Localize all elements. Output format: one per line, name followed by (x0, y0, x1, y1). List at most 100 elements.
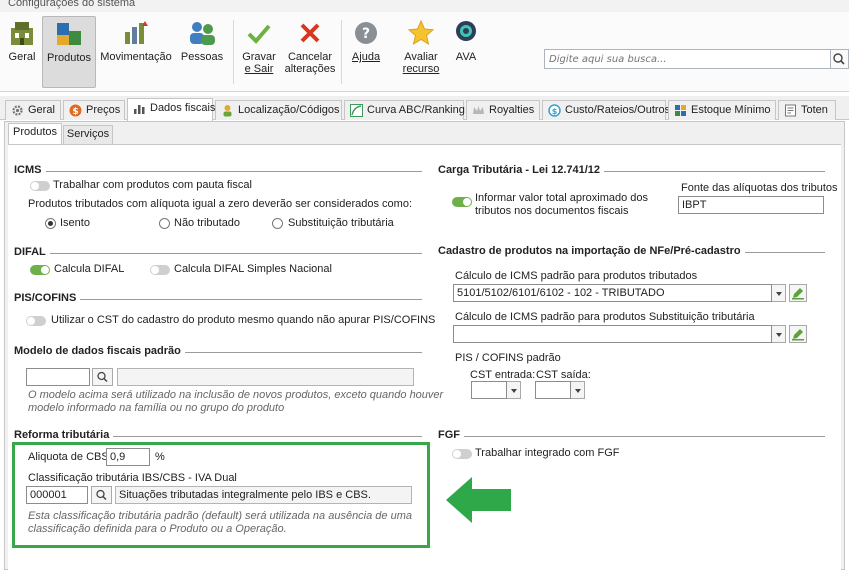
subtab-produtos[interactable]: Produtos (8, 123, 62, 145)
tab-custo[interactable]: $ Custo/Rateios/Outros (542, 100, 670, 120)
modelo-note-line1: O modelo acima será utilizado na inclusã… (28, 389, 444, 401)
building-icon (7, 18, 37, 48)
icms-title: ICMS (14, 164, 46, 176)
products-icon (54, 19, 84, 49)
ajuda-button[interactable]: ? Ajuda (346, 16, 386, 88)
fgf-toggle[interactable] (452, 449, 472, 459)
tab-precos-label: Preços (86, 104, 121, 116)
cst-entrada-select[interactable] (471, 381, 507, 399)
tab-curva-abc-label: Curva ABC/Ranking (367, 104, 465, 116)
icms-st-select[interactable] (453, 325, 772, 343)
tab-localizacao[interactable]: Localização/Códigos (215, 100, 342, 120)
pauta-toggle[interactable] (30, 181, 50, 191)
ava-button[interactable]: AVA (448, 16, 484, 88)
cst-saida-select[interactable] (535, 381, 571, 399)
fgf-title: FGF (438, 429, 464, 441)
help-icon: ? (351, 18, 381, 48)
edit-icon (792, 329, 804, 341)
cst-entrada-label: CST entrada: (470, 369, 536, 381)
coin-icon: $ (548, 104, 561, 117)
avaliar-recurso-button[interactable]: Avaliar recurso (398, 16, 444, 88)
tab-precos[interactable]: $ Preços (63, 100, 125, 120)
tab-estoque-minimo[interactable]: Estoque Mínimo (668, 100, 776, 120)
isento-radio[interactable] (45, 218, 56, 229)
piscofins-padrao-label: PIS / COFINS padrão (455, 352, 561, 364)
ava-label: AVA (455, 51, 477, 63)
classificacao-note-line1: Esta classificação tributária padrão (de… (28, 510, 412, 522)
svg-text:$: $ (552, 107, 558, 116)
geral-button[interactable]: Geral (4, 16, 40, 88)
produtos-label: Produtos (46, 52, 92, 64)
cst-saida-label: CST saída: (536, 369, 591, 381)
classificacao-note-line2: classificação definida para o Produto ou… (28, 523, 287, 535)
cst-entrada-dropdown[interactable] (507, 381, 521, 399)
geral-label: Geral (8, 51, 36, 63)
search-icon (833, 53, 845, 65)
calcula-difal-toggle[interactable] (30, 265, 50, 275)
classificacao-lookup-button[interactable] (91, 486, 112, 504)
icms-tributados-dropdown[interactable] (772, 284, 786, 302)
star-icon (406, 18, 436, 48)
modelo-code-input[interactable] (26, 368, 90, 386)
svg-text:?: ? (362, 26, 370, 42)
tab-toten[interactable]: Toten (778, 100, 836, 120)
informar-tributos-toggle[interactable] (452, 197, 472, 207)
edit-icon (792, 288, 804, 300)
window-title: Configurações do sistema (8, 0, 136, 9)
cancelar-alteracoes-button[interactable]: Cancelar alterações (284, 16, 336, 88)
gravar-sair-button[interactable]: Gravar e Sair (238, 16, 280, 88)
carga-title: Carga Tributária - Lei 12.741/12 (438, 164, 605, 176)
cancelar-label: Cancelar (287, 51, 333, 63)
icms-st-label: Cálculo de ICMS padrão para produtos Sub… (455, 311, 755, 323)
movimentacao-button[interactable]: Movimentação (99, 16, 173, 88)
substituicao-radio[interactable] (272, 218, 283, 229)
informar-line2: tributos nos documentos fiscais (475, 205, 629, 217)
piscofins-title: PIS/COFINS (14, 292, 81, 304)
aliquota-zero-label: Produtos tributados com alíquota igual a… (28, 198, 412, 210)
aliquota-cbs-input[interactable]: 0,9 (106, 448, 150, 466)
tab-localizacao-label: Localização/Códigos (238, 104, 340, 116)
close-icon (295, 18, 325, 48)
nao-tributado-radio[interactable] (159, 218, 170, 229)
search-box[interactable] (544, 49, 831, 69)
ribbon-separator (233, 20, 234, 84)
tab-estoque-minimo-label: Estoque Mínimo (691, 104, 771, 116)
ajuda-label: Ajuda (351, 51, 381, 63)
modelo-lookup-button[interactable] (92, 368, 113, 386)
modelo-description-field (117, 368, 414, 386)
subtab-servicos[interactable]: Serviços (63, 125, 113, 144)
tab-geral-label: Geral (28, 104, 55, 116)
produtos-button[interactable]: Produtos (42, 16, 96, 88)
calcula-difal-label: Calcula DIFAL (54, 263, 125, 275)
search-input[interactable] (545, 50, 830, 68)
tab-dados-fiscais[interactable]: Dados fiscais (127, 98, 216, 121)
tab-geral[interactable]: Geral (5, 100, 61, 120)
alteracoes-label: alterações (284, 63, 336, 75)
search-icon (96, 489, 107, 501)
curve-chart-icon (350, 104, 363, 117)
pessoas-button[interactable]: Pessoas (177, 16, 227, 88)
fonte-input[interactable]: IBPT (678, 196, 824, 214)
difal-rule (14, 253, 422, 254)
tab-curva-abc[interactable]: Curva ABC/Ranking (344, 100, 465, 120)
classificacao-code-input[interactable]: 000001 (26, 486, 88, 504)
gravar-label: Gravar (242, 51, 276, 63)
gear-icon (12, 105, 23, 116)
aliquota-cbs-label: Aliquota de CBS (28, 451, 109, 463)
nao-tributado-label: Não tributado (174, 217, 241, 229)
icms-st-edit-button[interactable] (789, 325, 807, 343)
icms-tributados-edit-button[interactable] (789, 284, 807, 302)
icms-tributados-select[interactable]: 5101/5102/6101/6102 - 102 - TRIBUTADO (453, 284, 772, 302)
tab-royalties[interactable]: Royalties (466, 100, 540, 120)
icms-st-dropdown[interactable] (772, 325, 786, 343)
cst-saida-dropdown[interactable] (571, 381, 585, 399)
tab-dados-fiscais-label: Dados fiscais (150, 102, 216, 114)
search-button[interactable] (831, 49, 849, 69)
percent-label: % (155, 451, 165, 463)
difal-title: DIFAL (14, 246, 50, 258)
difal-simples-toggle[interactable] (150, 265, 170, 275)
movimentacao-label: Movimentação (100, 51, 172, 63)
cadastro-title: Cadastro de produtos na importação de NF… (438, 245, 745, 257)
location-person-icon (223, 105, 232, 117)
utilizar-cst-toggle[interactable] (26, 316, 46, 326)
